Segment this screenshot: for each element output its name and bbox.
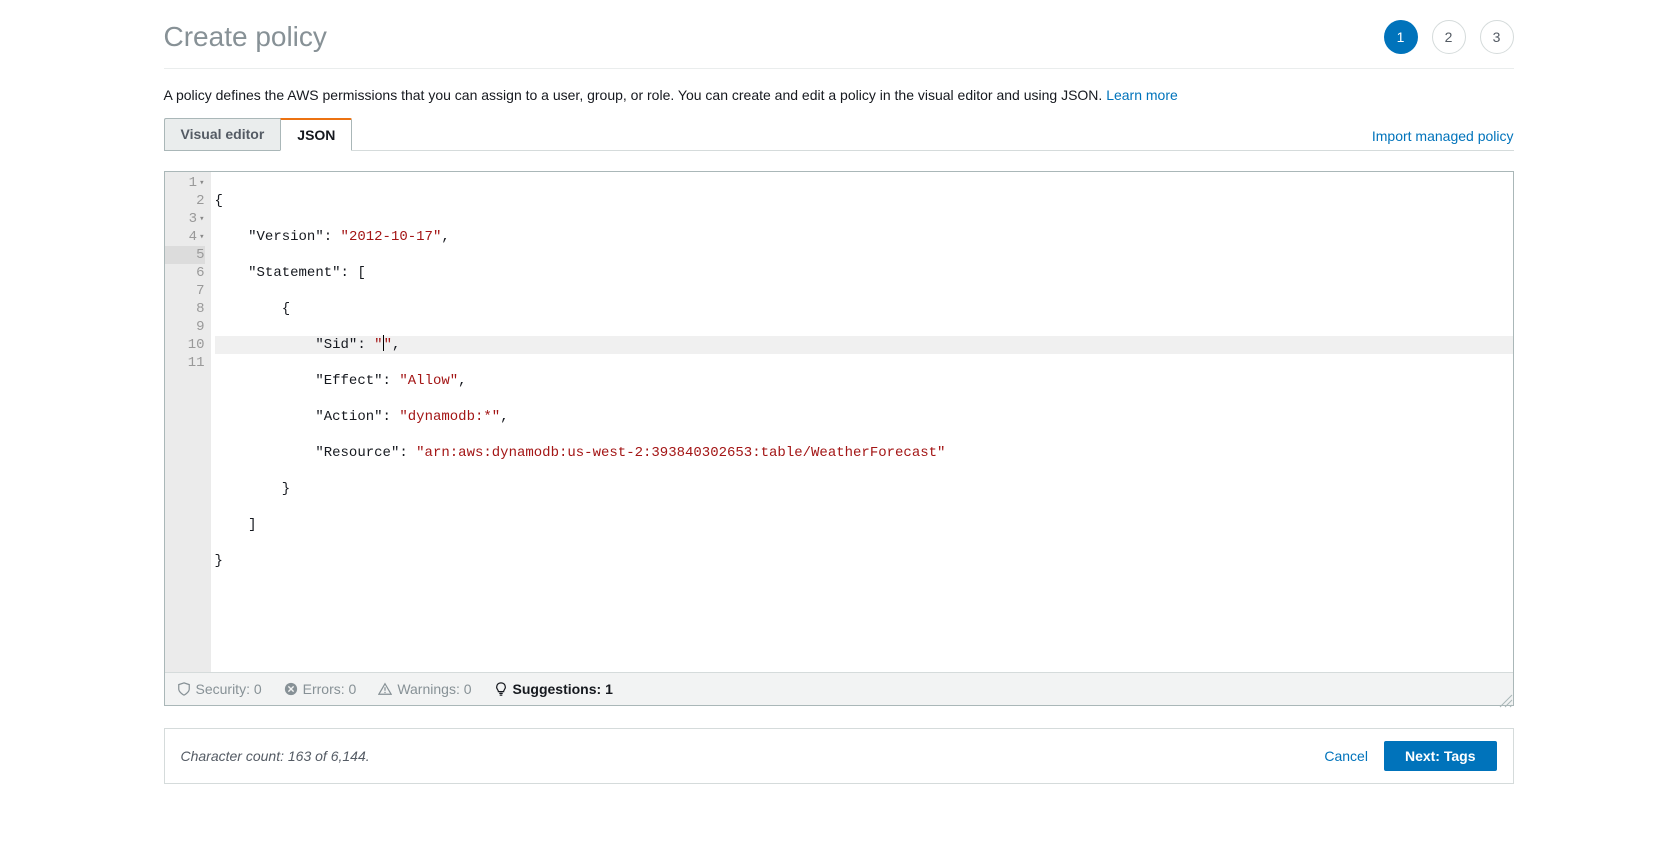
editor-gutter: 1▾ 2 3▾ 4▾ 5 6 7 8 9 10 11 <box>165 172 211 672</box>
fold-marker-icon[interactable]: ▾ <box>199 214 204 224</box>
character-count: Character count: 163 of 6,144. <box>181 748 370 764</box>
tabs-row: Visual editor JSON Import managed policy <box>164 117 1514 151</box>
editor-tabs: Visual editor JSON <box>164 117 353 150</box>
wizard-steps: 1 2 3 <box>1384 20 1514 54</box>
page-title: Create policy <box>164 21 327 53</box>
resize-handle-icon[interactable] <box>1499 658 1513 672</box>
cancel-button[interactable]: Cancel <box>1324 748 1368 764</box>
import-managed-policy-link[interactable]: Import managed policy <box>1372 128 1514 150</box>
wizard-step-2[interactable]: 2 <box>1432 20 1466 54</box>
status-suggestions[interactable]: Suggestions: 1 <box>494 681 613 697</box>
wizard-step-1[interactable]: 1 <box>1384 20 1418 54</box>
wizard-step-3[interactable]: 3 <box>1480 20 1514 54</box>
footer-actions: Cancel Next: Tags <box>1324 741 1496 771</box>
description-text: A policy defines the AWS permissions tha… <box>164 87 1107 103</box>
footer-bar: Character count: 163 of 6,144. Cancel Ne… <box>164 728 1514 784</box>
status-errors[interactable]: Errors: 0 <box>284 681 357 697</box>
page-description: A policy defines the AWS permissions tha… <box>164 87 1514 103</box>
shield-icon <box>177 682 191 696</box>
tab-json[interactable]: JSON <box>280 118 352 151</box>
lightbulb-icon <box>494 682 508 696</box>
header-row: Create policy 1 2 3 <box>164 20 1514 69</box>
fold-marker-icon[interactable]: ▾ <box>199 232 204 242</box>
next-tags-button[interactable]: Next: Tags <box>1384 741 1497 771</box>
status-security[interactable]: Security: 0 <box>177 681 262 697</box>
warning-icon <box>378 682 392 696</box>
editor-status-bar: Security: 0 Errors: 0 Warnings: 0 Sugges… <box>165 672 1513 705</box>
status-warnings[interactable]: Warnings: 0 <box>378 681 471 697</box>
editor-code-area[interactable]: { "Version": "2012-10-17", "Statement": … <box>211 172 1513 672</box>
learn-more-link[interactable]: Learn more <box>1106 87 1178 103</box>
tab-visual-editor[interactable]: Visual editor <box>164 118 281 151</box>
error-icon <box>284 682 298 696</box>
fold-marker-icon[interactable]: ▾ <box>199 178 204 188</box>
text-cursor <box>383 335 384 351</box>
json-editor[interactable]: 1▾ 2 3▾ 4▾ 5 6 7 8 9 10 11 { "Version": … <box>165 172 1513 672</box>
json-editor-container: 1▾ 2 3▾ 4▾ 5 6 7 8 9 10 11 { "Version": … <box>164 171 1514 706</box>
